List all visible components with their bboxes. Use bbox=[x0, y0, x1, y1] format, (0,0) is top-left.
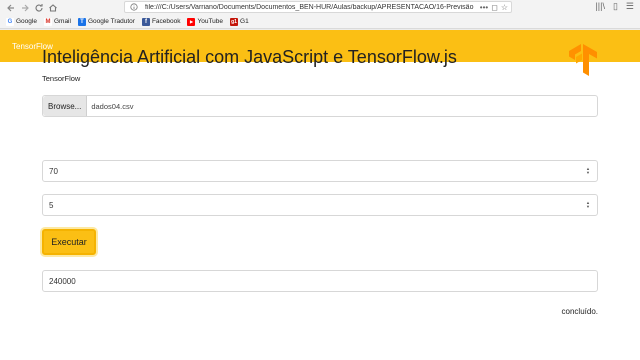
spinner-icon[interactable]: ▲ ▼ bbox=[584, 166, 592, 176]
home-icon[interactable] bbox=[46, 1, 60, 15]
gmail-icon: M bbox=[43, 17, 52, 26]
google-icon: G bbox=[6, 17, 14, 26]
facebook-icon: f bbox=[141, 17, 150, 26]
url-text: file:///C:/Users/Varriano/Documents/Docu… bbox=[145, 3, 474, 11]
bookmark-gmail[interactable]: M Gmail bbox=[43, 17, 71, 26]
bookmarks-bar: G Google M Gmail T Google Tradutor f Fac… bbox=[0, 15, 640, 29]
file-input[interactable]: Browse... dados04.csv bbox=[42, 95, 598, 117]
browse-button[interactable]: Browse... bbox=[43, 96, 88, 116]
pocket-icon[interactable]: ◻ bbox=[491, 3, 498, 12]
youtube-icon: ▶ bbox=[187, 17, 196, 26]
execute-button[interactable]: Executar bbox=[42, 229, 96, 255]
translate-icon: T bbox=[77, 17, 86, 26]
output-field[interactable]: 240000 bbox=[42, 270, 598, 292]
bookmark-g1[interactable]: g1 G1 bbox=[230, 17, 249, 26]
status-text: concluído. bbox=[561, 307, 598, 316]
page-subtitle: TensorFlow bbox=[42, 74, 81, 83]
browser-toolbar: file:///C:/Users/Varriano/Documents/Docu… bbox=[0, 0, 640, 15]
library-icon[interactable]: |||\ bbox=[595, 1, 605, 12]
bookmark-youtube[interactable]: ▶ YouTube bbox=[187, 17, 223, 26]
sidebar-icon[interactable]: ▯ bbox=[613, 1, 618, 12]
more-actions-icon[interactable]: ••• bbox=[480, 3, 488, 12]
address-bar[interactable]: file:///C:/Users/Varriano/Documents/Docu… bbox=[124, 1, 512, 13]
number-input-2[interactable]: 5 ▲ ▼ bbox=[42, 194, 598, 216]
bookmark-google-tradutor[interactable]: T Google Tradutor bbox=[77, 17, 135, 26]
info-icon[interactable] bbox=[129, 2, 139, 12]
number-input-1-value: 70 bbox=[49, 166, 58, 176]
tensorflow-logo-icon bbox=[569, 44, 597, 76]
reload-icon[interactable] bbox=[32, 1, 46, 15]
spinner-icon[interactable]: ▲ ▼ bbox=[584, 200, 592, 210]
file-name: dados04.csv bbox=[91, 101, 134, 111]
g1-icon: g1 bbox=[230, 17, 239, 26]
bookmark-facebook[interactable]: f Facebook bbox=[141, 17, 180, 26]
bookmark-star-icon[interactable]: ☆ bbox=[501, 3, 508, 12]
output-value: 240000 bbox=[49, 276, 76, 286]
menu-icon[interactable]: ☰ bbox=[626, 1, 634, 12]
number-input-2-value: 5 bbox=[49, 200, 54, 210]
page-title: Inteligência Artificial com JavaScript e… bbox=[42, 47, 457, 67]
forward-icon[interactable] bbox=[18, 1, 32, 15]
back-icon[interactable] bbox=[4, 1, 18, 15]
bookmark-google[interactable]: G Google bbox=[6, 17, 37, 26]
number-input-1[interactable]: 70 ▲ ▼ bbox=[42, 160, 598, 182]
